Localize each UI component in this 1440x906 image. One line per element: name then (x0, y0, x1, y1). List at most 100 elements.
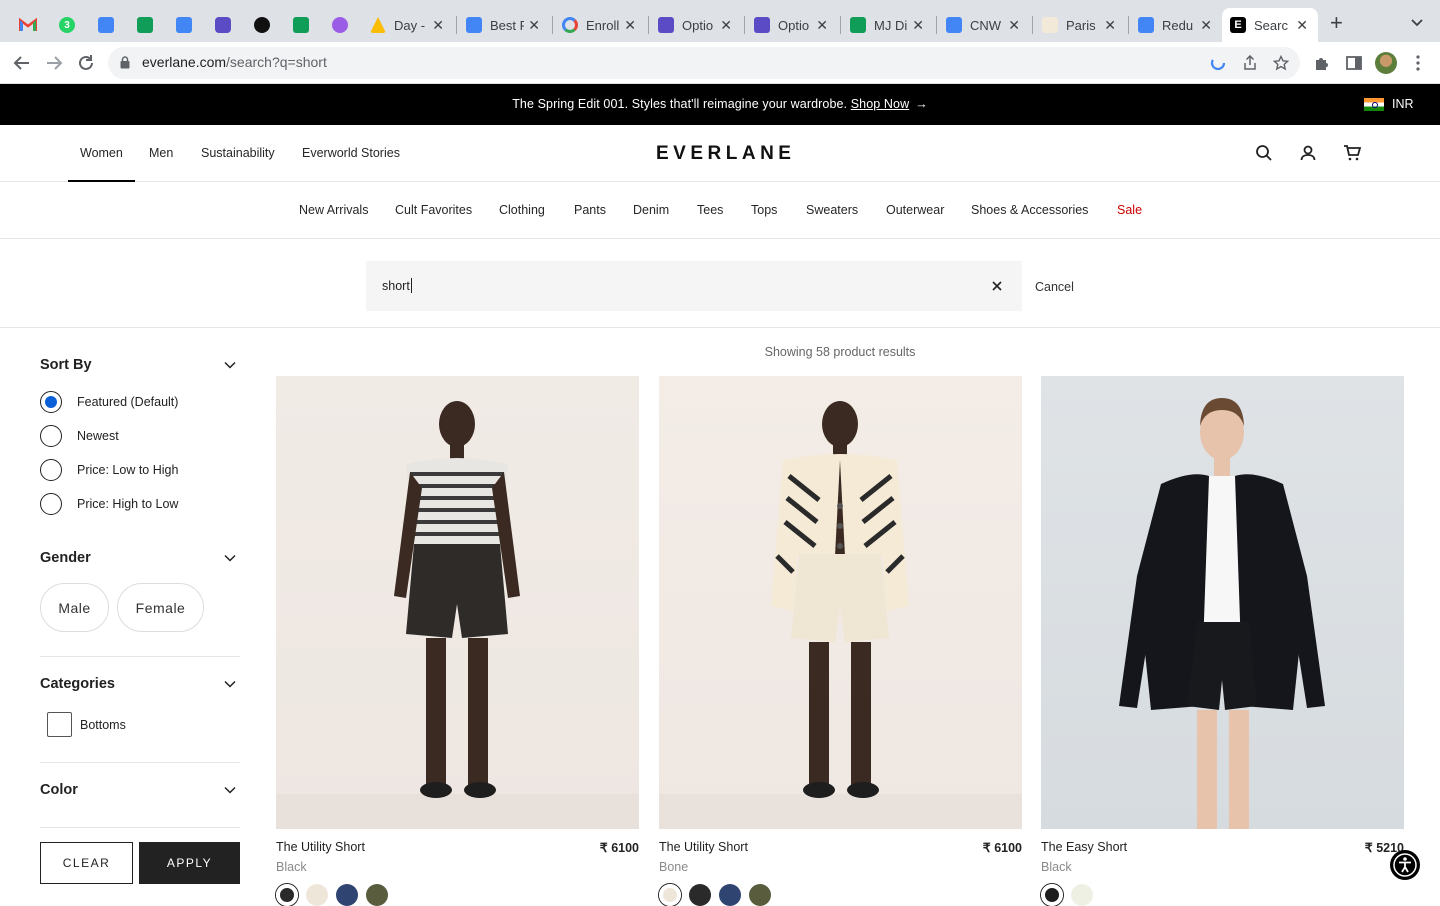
swatch-black[interactable] (689, 884, 711, 906)
address-bar[interactable]: everlane.com/search?q=short (108, 47, 1300, 79)
category-shoes-accessories[interactable]: Shoes & Accessories (971, 203, 1088, 217)
pinned-tab-docs-2[interactable] (172, 8, 196, 42)
category-cult-favorites[interactable]: Cult Favorites (395, 203, 472, 217)
swatch-black[interactable] (1041, 884, 1063, 906)
tab-7[interactable]: Paris ✕ (1034, 8, 1126, 42)
profile-avatar[interactable] (1375, 52, 1397, 74)
swatch-olive[interactable] (749, 884, 771, 906)
category-tees[interactable]: Tees (697, 203, 723, 217)
tab-0[interactable]: Day - ✕ (362, 8, 454, 42)
product-image[interactable] (659, 376, 1022, 829)
close-tab-icon[interactable]: ✕ (624, 17, 636, 34)
extensions-puzzle-icon[interactable] (1313, 54, 1331, 72)
tab-6[interactable]: CNW ✕ (938, 8, 1030, 42)
chevron-down-icon[interactable] (223, 358, 237, 372)
category-clothing[interactable]: Clothing (499, 203, 545, 217)
arrow-right-icon[interactable]: → (915, 97, 928, 111)
clear-search-icon[interactable] (990, 279, 1004, 293)
tab-3[interactable]: Optio ✕ (650, 8, 742, 42)
tab-4[interactable]: Optio ✕ (746, 8, 838, 42)
radio-button[interactable] (40, 493, 62, 515)
swatch-olive[interactable] (366, 884, 388, 906)
pinned-tab-whatsapp[interactable]: 3 (55, 8, 79, 42)
tab-8[interactable]: Redu ✕ (1130, 8, 1222, 42)
close-tab-icon[interactable]: ✕ (432, 17, 444, 34)
tab-active-everlane[interactable]: E Searc ✕ (1222, 8, 1318, 42)
chevron-down-icon[interactable] (223, 677, 237, 691)
chevron-down-icon[interactable] (223, 551, 237, 565)
sort-option-newest[interactable]: Newest (40, 425, 119, 447)
swatch-navy[interactable] (719, 884, 741, 906)
category-pants[interactable]: Pants (574, 203, 606, 217)
tab-5[interactable]: MJ Di ✕ (842, 8, 934, 42)
pinned-tab-sheets[interactable] (133, 8, 157, 42)
radio-button[interactable] (40, 425, 62, 447)
cart-icon[interactable] (1343, 144, 1361, 162)
gender-female-pill[interactable]: Female (117, 583, 204, 632)
product-image[interactable] (276, 376, 639, 829)
google-lens-icon[interactable] (1210, 55, 1226, 71)
new-tab-button[interactable]: + (1330, 12, 1343, 34)
apply-filters-button[interactable]: APPLY (139, 842, 240, 884)
sort-option-featured[interactable]: Featured (Default) (40, 391, 178, 413)
radio-button-selected[interactable] (40, 391, 62, 413)
share-icon[interactable] (1242, 55, 1258, 71)
more-vertical-icon[interactable] (1409, 54, 1427, 72)
nav-men[interactable]: Men (149, 146, 173, 160)
category-sweaters[interactable]: Sweaters (806, 203, 858, 217)
shop-now-link[interactable]: Shop Now (851, 97, 909, 111)
side-panel-icon[interactable] (1345, 54, 1363, 72)
product-image[interactable] (1041, 376, 1404, 829)
nav-sustainability[interactable]: Sustainability (201, 146, 275, 160)
clear-filters-button[interactable]: CLEAR (40, 842, 133, 884)
lock-icon[interactable] (120, 56, 130, 69)
gender-title[interactable]: Gender (40, 550, 91, 566)
checkbox[interactable] (47, 712, 72, 737)
pinned-tab-chat[interactable] (328, 8, 352, 42)
currency-selector[interactable]: INR (1364, 97, 1414, 111)
pinned-tab-openai[interactable] (250, 8, 274, 42)
gender-male-pill[interactable]: Male (40, 583, 109, 632)
categories-title[interactable]: Categories (40, 676, 115, 692)
sort-option-price-high-low[interactable]: Price: High to Low (40, 493, 178, 515)
tab-1[interactable]: Best F ✕ (458, 8, 550, 42)
forward-arrow-icon[interactable] (44, 53, 64, 73)
close-tab-icon[interactable]: ✕ (720, 17, 732, 34)
close-tab-icon[interactable]: ✕ (1008, 17, 1020, 34)
close-tab-icon[interactable]: ✕ (1296, 17, 1308, 34)
close-tab-icon[interactable]: ✕ (912, 17, 924, 34)
swatch-bone[interactable] (306, 884, 328, 906)
search-box[interactable] (366, 261, 1022, 311)
close-tab-icon[interactable]: ✕ (1200, 17, 1212, 34)
close-tab-icon[interactable]: ✕ (1104, 17, 1116, 34)
radio-button[interactable] (40, 459, 62, 481)
close-tab-icon[interactable]: ✕ (528, 17, 540, 34)
product-name[interactable]: The Utility Short (276, 840, 365, 854)
category-sale[interactable]: Sale (1117, 203, 1142, 217)
bookmark-star-icon[interactable] (1273, 55, 1289, 71)
search-input[interactable] (382, 276, 962, 296)
color-title[interactable]: Color (40, 782, 78, 798)
category-bottoms-checkbox[interactable]: Bottoms (47, 712, 126, 737)
nav-everworld-stories[interactable]: Everworld Stories (302, 146, 400, 160)
category-tops[interactable]: Tops (751, 203, 777, 217)
nav-women[interactable]: Women (68, 146, 135, 182)
account-icon[interactable] (1299, 144, 1317, 162)
search-icon[interactable] (1255, 144, 1273, 162)
accessibility-button[interactable] (1390, 850, 1420, 880)
swatch-navy[interactable] (336, 884, 358, 906)
swatch-bone[interactable] (659, 884, 681, 906)
product-name[interactable]: The Easy Short (1041, 840, 1127, 854)
swatch-black[interactable] (276, 884, 298, 906)
everlane-logo[interactable]: EVERLANE (656, 143, 795, 165)
category-denim[interactable]: Denim (633, 203, 669, 217)
pinned-tab-gmail[interactable] (16, 8, 40, 42)
pinned-tab-app[interactable] (211, 8, 235, 42)
tab-2[interactable]: Enroll ✕ (554, 8, 646, 42)
chevron-down-icon[interactable] (223, 783, 237, 797)
swatch-cream[interactable] (1071, 884, 1093, 906)
close-tab-icon[interactable]: ✕ (816, 17, 828, 34)
pinned-tab-sheets-2[interactable] (289, 8, 313, 42)
sort-by-title[interactable]: Sort By (40, 357, 92, 373)
product-name[interactable]: The Utility Short (659, 840, 748, 854)
